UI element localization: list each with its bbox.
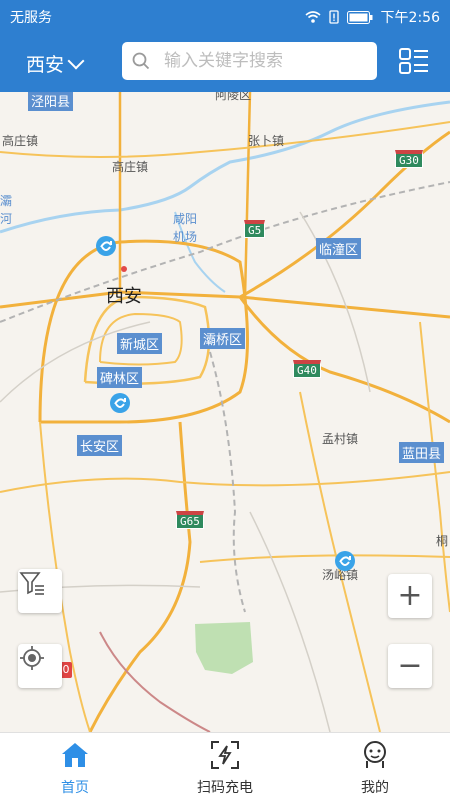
tab-profile[interactable]: 我的 bbox=[300, 733, 450, 801]
status-bar: 无服务 下午2:56 bbox=[0, 0, 450, 32]
map-view[interactable]: 泾阳县 高庄镇 高庄镇 张卜镇 阿陵区 咸阳 机场 灞 河 西安 临潼区 新城区… bbox=[0, 92, 450, 732]
bottom-tab-bar: 首页 扫码充电 我的 bbox=[0, 732, 450, 801]
charging-station-pin-icon[interactable] bbox=[109, 392, 131, 414]
sim-alert-icon bbox=[328, 10, 339, 24]
tab-profile-label: 我的 bbox=[361, 780, 389, 796]
district-label: 长安区 bbox=[77, 435, 123, 456]
filter-button[interactable] bbox=[18, 569, 62, 613]
charging-station-pin-icon[interactable] bbox=[95, 235, 117, 257]
place-label: 孟村镇 bbox=[322, 432, 359, 446]
tab-scan-charge[interactable]: 扫码充电 bbox=[150, 733, 300, 801]
district-label: 泾阳县 bbox=[28, 92, 74, 111]
highway-shield: G65 bbox=[176, 511, 204, 529]
city-name-label: 西安 bbox=[106, 286, 142, 307]
locate-button[interactable] bbox=[18, 644, 62, 688]
charging-station-pin-icon[interactable] bbox=[334, 550, 356, 572]
chevron-down-icon bbox=[67, 52, 85, 69]
battery-icon bbox=[346, 10, 373, 24]
wifi-icon bbox=[305, 11, 321, 23]
search-box[interactable] bbox=[122, 42, 377, 80]
minus-icon: − bbox=[397, 648, 423, 683]
locate-icon bbox=[20, 646, 44, 670]
district-label: 新城区 bbox=[117, 333, 163, 354]
district-label: 蓝田县 bbox=[399, 442, 445, 463]
home-icon bbox=[62, 743, 88, 767]
highway-shield: G5 bbox=[244, 220, 266, 238]
plus-icon: + bbox=[397, 578, 423, 613]
river-label: 咸阳 bbox=[173, 212, 198, 226]
clock: 下午2:56 bbox=[380, 10, 440, 26]
place-label: 高庄镇 bbox=[2, 134, 39, 148]
place-label: 张卜镇 bbox=[248, 134, 285, 148]
tab-home[interactable]: 首页 bbox=[0, 733, 150, 801]
place-label: 阿陵区 bbox=[215, 92, 252, 102]
place-label: 高庄镇 bbox=[112, 160, 149, 174]
district-label: 灞桥区 bbox=[200, 328, 246, 349]
status-icons: 下午2:56 bbox=[305, 7, 440, 27]
tab-scan-charge-label: 扫码充电 bbox=[197, 780, 253, 796]
highway-shield: G30 bbox=[395, 150, 423, 168]
place-label: 桐 bbox=[436, 534, 449, 548]
river-label: 机场 bbox=[173, 230, 198, 244]
search-icon bbox=[132, 52, 150, 70]
city-selector[interactable]: 西安 bbox=[26, 50, 85, 77]
city-label: 西安 bbox=[26, 54, 65, 76]
user-face-icon bbox=[364, 741, 386, 768]
district-label: 临潼区 bbox=[316, 238, 362, 259]
filter-icon bbox=[19, 572, 44, 595]
top-bar: 西安 bbox=[0, 32, 450, 92]
search-input[interactable] bbox=[162, 50, 366, 72]
list-menu-icon[interactable] bbox=[397, 42, 431, 80]
zoom-out-button[interactable]: − bbox=[388, 644, 432, 688]
highway-shield: G40 bbox=[293, 360, 321, 378]
district-label: 碑林区 bbox=[97, 367, 143, 388]
zoom-in-button[interactable]: + bbox=[388, 574, 432, 618]
place-label: 河 bbox=[0, 212, 13, 226]
map-roads bbox=[0, 92, 450, 732]
scan-charge-icon bbox=[211, 741, 239, 769]
place-label: 灞 bbox=[0, 194, 13, 208]
tab-home-label: 首页 bbox=[61, 780, 89, 796]
carrier-label: 无服务 bbox=[10, 10, 52, 26]
